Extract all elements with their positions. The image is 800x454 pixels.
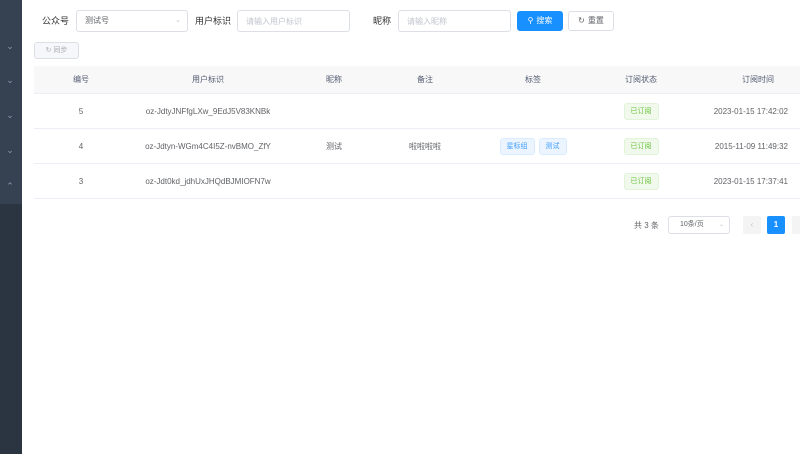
page-size-value: 10条/页: [680, 221, 704, 228]
cell-time: 2023-01-15 17:42:02: [713, 107, 788, 116]
tag-badge: 星标组: [499, 138, 535, 156]
column-header-id: 编号: [73, 75, 89, 84]
cell-tags: [470, 164, 596, 199]
search-icon: ⚲: [527, 16, 534, 25]
column-header-tags: 标签: [525, 75, 541, 84]
cell-openid: oz-Jdt0kd_jdhUxJHQdBJMIOFN7w: [145, 177, 271, 186]
cell-time: 2023-01-15 17:37:41: [713, 177, 788, 186]
account-label: 公众号: [42, 16, 70, 26]
cell-status: 已订阅: [596, 129, 686, 164]
next-page-button[interactable]: ›: [792, 216, 800, 234]
cell-time: 2015-11-09 11:49:32: [714, 142, 788, 151]
cell-status: 已订阅: [596, 164, 686, 199]
reset-button-label: 重置: [587, 16, 604, 25]
cell-remark: [380, 94, 470, 129]
pagination: 共 3 条 10条/页 ⌄ ‹ 1 ›: [0, 216, 800, 234]
chevron-down-icon[interactable]: ⌄: [4, 74, 16, 86]
chevron-left-icon: ‹: [750, 220, 754, 229]
cell-tags: 星标组 测试: [470, 129, 596, 164]
cell-id: 4: [78, 142, 84, 151]
openid-label: 用户标识: [195, 16, 232, 26]
tag-badge: 测试: [538, 138, 567, 156]
cell-openid: oz-Jdtyn-WGm4C4I5Z-nvBMO_ZfY: [145, 142, 271, 151]
cell-remark: 啦啦啦啦: [409, 142, 441, 151]
search-button[interactable]: ⚲ 搜索: [517, 11, 563, 31]
table-row[interactable]: 3 oz-Jdt0kd_jdhUxJHQdBJMIOFN7w 已订阅 2023-…: [34, 164, 800, 199]
cell-remark: [380, 164, 470, 199]
cell-nickname: [288, 164, 380, 199]
prev-page-button[interactable]: ‹: [743, 216, 761, 234]
table-header: 编号 用户标识 昵称 备注 标签 订阅状态 订阅时间: [34, 66, 800, 94]
cell-nickname: [288, 94, 380, 129]
chevron-down-icon: ⌄: [175, 17, 181, 24]
cell-id: 3: [78, 177, 84, 186]
column-header-openid: 用户标识: [192, 75, 224, 84]
column-header-time: 订阅时间: [742, 75, 774, 84]
reset-button[interactable]: ↻ 重置: [568, 11, 614, 31]
refresh-icon: ↻: [578, 16, 585, 25]
chevron-up-icon[interactable]: ⌃: [4, 180, 16, 192]
status-badge: 已订阅: [623, 103, 659, 121]
refresh-icon: ↻: [45, 47, 52, 54]
user-table: 编号 用户标识 昵称 备注 标签 订阅状态 订阅时间 5 oz-JdtyJNFf…: [34, 66, 800, 199]
search-form: 公众号 测试号 ⌄ 用户标识 昵称 ⚲搜索 ↻重置: [42, 10, 800, 32]
status-badge: 已订阅: [623, 138, 659, 156]
pagination-total: 共 3 条: [634, 221, 659, 230]
cell-nickname: 测试: [326, 142, 342, 151]
sync-button[interactable]: ↻ 同步: [34, 42, 79, 59]
cell-id: 5: [78, 107, 84, 116]
status-badge: 已订阅: [623, 173, 659, 191]
nickname-label: 昵称: [373, 16, 392, 26]
account-select-value: 测试号: [85, 16, 109, 25]
chevron-down-icon[interactable]: ⌄: [4, 144, 16, 156]
account-select[interactable]: 测试号 ⌄: [76, 10, 188, 32]
page-number-current[interactable]: 1: [767, 216, 785, 234]
table-row[interactable]: 5 oz-JdtyJNFfgLXw_9EdJ5V83KNBk 已订阅 2023-…: [34, 94, 800, 129]
search-button-label: 搜索: [536, 16, 553, 25]
column-header-remark: 备注: [417, 75, 433, 84]
nickname-input[interactable]: [398, 10, 511, 32]
sync-button-label: 同步: [53, 47, 68, 54]
chevron-down-icon: ⌄: [718, 222, 724, 228]
openid-input[interactable]: [237, 10, 350, 32]
sidebar-menu: ⌄ ⌄ ⌄ ⌄ ⌃: [0, 0, 22, 204]
cell-status: 已订阅: [596, 94, 686, 129]
column-header-status: 订阅状态: [625, 75, 657, 84]
cell-openid: oz-JdtyJNFfgLXw_9EdJ5V83KNBk: [145, 107, 271, 116]
column-header-nickname: 昵称: [326, 75, 342, 84]
chevron-down-icon[interactable]: ⌄: [4, 109, 16, 121]
table-row[interactable]: 4 oz-Jdtyn-WGm4C4I5Z-nvBMO_ZfY 测试 啦啦啦啦 星…: [34, 129, 800, 164]
chevron-down-icon[interactable]: ⌄: [4, 40, 16, 52]
cell-tags: [470, 94, 596, 129]
page-size-select[interactable]: 10条/页 ⌄: [668, 216, 730, 234]
